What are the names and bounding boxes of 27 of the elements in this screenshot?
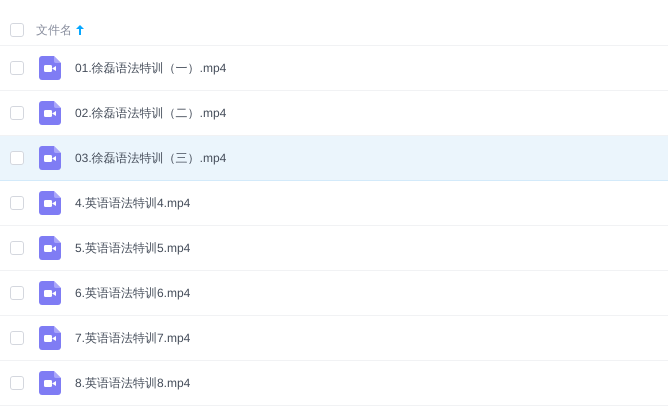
file-row[interactable]: 03.徐磊语法特训（三）.mp4 — [0, 136, 668, 181]
checkbox[interactable] — [10, 241, 24, 255]
video-file-icon — [39, 146, 61, 170]
file-name[interactable]: 03.徐磊语法特训（三）.mp4 — [75, 149, 226, 167]
video-file-icon — [39, 101, 61, 125]
video-file-icon — [39, 326, 61, 350]
file-name[interactable]: 7.英语语法特训7.mp4 — [75, 329, 190, 347]
video-file-icon — [39, 281, 61, 305]
checkbox[interactable] — [10, 106, 24, 120]
checkbox[interactable] — [10, 22, 24, 36]
file-name[interactable]: 02.徐磊语法特训（二）.mp4 — [75, 104, 226, 122]
checkbox[interactable] — [10, 61, 24, 75]
file-name[interactable]: 5.英语语法特训5.mp4 — [75, 239, 190, 257]
video-file-icon — [39, 56, 61, 80]
checkbox[interactable] — [10, 376, 24, 390]
file-name[interactable]: 8.英语语法特训8.mp4 — [75, 374, 190, 392]
file-name[interactable]: 4.英语语法特训4.mp4 — [75, 194, 190, 212]
checkbox[interactable] — [10, 196, 24, 210]
checkbox[interactable] — [10, 151, 24, 165]
sort-up-arrow-icon[interactable] — [76, 24, 84, 34]
file-name[interactable]: 01.徐磊语法特训（一）.mp4 — [75, 59, 226, 77]
checkbox[interactable] — [10, 331, 24, 345]
checkbox[interactable] — [10, 286, 24, 300]
file-name[interactable]: 6.英语语法特训6.mp4 — [75, 284, 190, 302]
video-file-icon — [39, 191, 61, 215]
video-file-icon — [39, 236, 61, 260]
video-file-icon — [39, 371, 61, 395]
